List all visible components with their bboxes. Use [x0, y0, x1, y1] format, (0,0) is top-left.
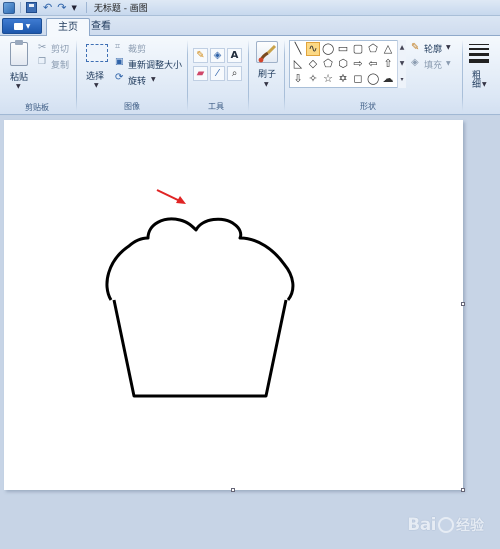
right-arrow-shape-icon[interactable]: ⇨: [352, 58, 364, 70]
scissors-icon: ✂: [38, 42, 47, 53]
resize-handle-corner[interactable]: [461, 488, 465, 492]
rotate-icon: ⟳: [115, 72, 124, 83]
fill-icon[interactable]: ◈: [210, 48, 225, 63]
size-button[interactable]: 粗细: [470, 70, 480, 88]
resize-handle-right[interactable]: [461, 302, 465, 306]
group-separator: [187, 40, 188, 111]
rectangle-shape-icon[interactable]: ▭: [337, 43, 349, 55]
cupcake-top-outline: [105, 217, 295, 301]
right-triangle-shape-icon[interactable]: ◺: [292, 58, 304, 70]
file-menu-button[interactable]: ▼: [2, 18, 42, 34]
down-arrow-shape-icon[interactable]: ⇩: [292, 73, 304, 85]
pentagon-shape-icon[interactable]: ⬠: [322, 58, 334, 70]
separator: [85, 2, 87, 13]
chevron-down-icon[interactable]: ▼: [94, 82, 99, 89]
oval-callout-shape-icon[interactable]: ◯: [367, 73, 379, 85]
redo-icon[interactable]: ↷: [57, 1, 66, 14]
cut-button[interactable]: 剪切: [51, 42, 69, 55]
window-title: 无标题 - 画图: [93, 4, 148, 14]
chevron-down-icon[interactable]: ▼: [151, 76, 156, 83]
curve-shape-icon[interactable]: ∿: [306, 42, 320, 56]
chevron-down-icon[interactable]: ▼: [446, 60, 451, 67]
expand-gallery-icon[interactable]: ▾: [398, 72, 406, 88]
pencil-icon[interactable]: ✎: [193, 48, 208, 63]
brush-icon[interactable]: [256, 41, 278, 63]
chevron-down-icon[interactable]: ▼: [16, 83, 21, 90]
file-menu-icon: [13, 22, 23, 30]
rounded-callout-shape-icon[interactable]: ◻: [352, 73, 364, 85]
ribbon: 粘贴 ▼ ✂ 剪切 ❐ 复制 剪贴板 选择 ▼ ⌗ 裁剪 ▣ 重新调整大小 ⟳ …: [0, 36, 500, 115]
clipboard-group: 粘贴 ▼ ✂ 剪切 ❐ 复制 剪贴板: [0, 36, 74, 115]
drawing-layer: [105, 189, 295, 398]
resize-button[interactable]: 重新调整大小: [128, 58, 182, 71]
cupcake-base-outline: [112, 299, 288, 398]
hexagon-shape-icon[interactable]: ⬡: [337, 58, 349, 70]
left-arrow-shape-icon[interactable]: ⇦: [367, 58, 379, 70]
customize-quick-access-icon[interactable]: ▼: [71, 4, 76, 12]
title-bar: ↶ ↷ ▼ 无标题 - 画图: [0, 0, 500, 16]
baidu-watermark: Bai 经验: [407, 515, 484, 535]
watermark-suffix: 经验: [456, 518, 484, 534]
copy-icon: ❐: [38, 57, 47, 67]
watermark-brand: Bai: [407, 515, 436, 535]
crop-button[interactable]: 裁剪: [128, 42, 146, 55]
rounded-rectangle-shape-icon[interactable]: ▢: [352, 43, 364, 55]
six-point-star-shape-icon[interactable]: ✡: [337, 73, 349, 85]
shapes-gallery: ╲ ∿ ◯ ▭ ▢ ⬠ △ ◺ ◇ ⬠ ⬡ ⇨ ⇦ ⇧ ⇩ ✧ ☆ ✡ ◻ ◯ …: [289, 40, 406, 88]
outline-button[interactable]: 轮廓: [424, 42, 442, 55]
tools-group-label: 工具: [208, 102, 224, 111]
fill-button[interactable]: 填充: [424, 58, 442, 71]
image-group-label: 图像: [124, 102, 140, 111]
four-point-star-shape-icon[interactable]: ✧: [307, 73, 319, 85]
up-arrow-shape-icon[interactable]: ⇧: [382, 58, 394, 70]
tab-view[interactable]: 查看: [80, 18, 122, 36]
group-separator: [284, 40, 285, 111]
chevron-down-icon[interactable]: ▼: [482, 81, 487, 88]
fill-bucket-icon: ◈: [411, 57, 419, 68]
diamond-shape-icon[interactable]: ◇: [307, 58, 319, 70]
outline-icon: ✎: [411, 42, 420, 53]
five-point-star-shape-icon[interactable]: ☆: [322, 73, 334, 85]
scroll-down-icon[interactable]: ▼: [398, 56, 406, 72]
polygon-shape-icon[interactable]: ⬠: [367, 43, 379, 55]
text-icon[interactable]: A: [227, 48, 242, 63]
magnifier-icon[interactable]: ⌕: [227, 66, 242, 81]
chevron-down-icon[interactable]: ▼: [446, 44, 451, 51]
workspace: Bai 经验: [0, 116, 500, 549]
shapes-scrollbar[interactable]: ▲ ▼ ▾: [397, 40, 406, 88]
separator: [20, 2, 21, 13]
cloud-callout-shape-icon[interactable]: ☁: [382, 73, 394, 85]
paint-app-icon[interactable]: [3, 1, 15, 14]
save-icon[interactable]: [26, 2, 37, 13]
select-button[interactable]: 选择: [86, 69, 104, 82]
ribbon-tabs: ▼ 主页 查看: [0, 16, 500, 37]
resize-handle-bottom[interactable]: [231, 488, 235, 492]
brushes-button[interactable]: 刷子: [258, 67, 276, 80]
chevron-down-icon[interactable]: ▼: [264, 81, 269, 88]
triangle-shape-icon[interactable]: △: [382, 43, 394, 55]
line-shape-icon[interactable]: ╲: [292, 43, 304, 55]
group-separator: [462, 40, 463, 111]
chevron-down-icon: ▼: [25, 22, 31, 30]
select-icon[interactable]: [86, 44, 108, 62]
clipboard-group-label: 剪贴板: [25, 103, 49, 112]
group-separator: [248, 40, 249, 111]
resize-icon: ▣: [115, 57, 124, 67]
eraser-icon[interactable]: ▰: [193, 66, 208, 81]
paste-button[interactable]: 粘贴: [10, 70, 28, 83]
copy-button[interactable]: 复制: [51, 58, 69, 71]
crop-icon: ⌗: [115, 42, 121, 52]
group-separator: [76, 40, 77, 111]
drawing-canvas[interactable]: [4, 120, 463, 490]
color-picker-icon[interactable]: ⁄: [210, 66, 225, 81]
shapes-group-label: 形状: [360, 102, 376, 111]
paste-icon[interactable]: [10, 40, 28, 66]
rotate-button[interactable]: 旋转: [128, 74, 146, 87]
line-size-icon[interactable]: [469, 44, 489, 63]
paw-icon: [438, 517, 454, 533]
undo-icon[interactable]: ↶: [43, 1, 52, 14]
oval-shape-icon[interactable]: ◯: [322, 43, 334, 55]
scroll-up-icon[interactable]: ▲: [398, 40, 406, 56]
